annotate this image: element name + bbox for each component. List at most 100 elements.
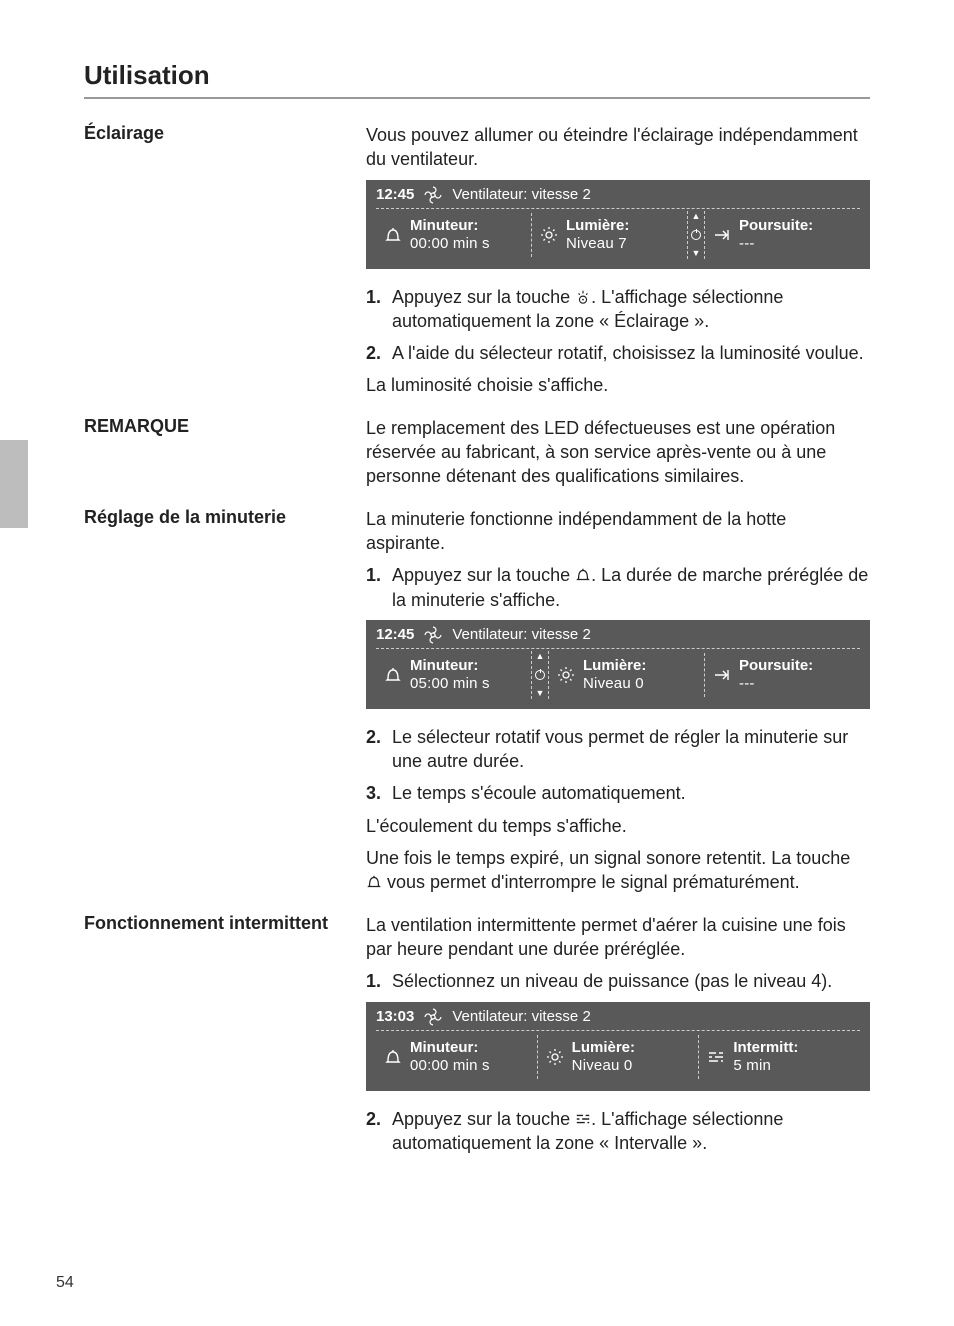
section-intermittent: Fonctionnement intermittent La ventilati… xyxy=(84,913,870,1163)
panel-cell-follow: Poursuite: --- xyxy=(705,651,860,699)
fan-icon xyxy=(424,1008,442,1026)
cell-title: Lumière: xyxy=(583,657,646,675)
step-text-a: Appuyez sur la touche xyxy=(392,565,575,585)
panel-row: Minuteur: 05:00 min s ▲▼ Lumière: Niveau… xyxy=(376,651,860,699)
after-text: Une fois le temps expiré, un signal sono… xyxy=(366,846,870,895)
page-number: 54 xyxy=(56,1274,74,1292)
cell-title: Minuteur: xyxy=(410,1039,490,1057)
title-rule xyxy=(84,97,870,99)
section-label: REMARQUE xyxy=(84,416,366,437)
panel-header: 12:45 Ventilateur: vitesse 2 xyxy=(376,186,860,209)
arrow-icon xyxy=(713,666,731,684)
section-content: La ventilation intermittente permet d'aé… xyxy=(366,913,870,1163)
step-item: 1. Appuyez sur la touche . La durée de m… xyxy=(366,563,870,612)
panel-time: 13:03 xyxy=(376,1008,414,1025)
steps-list: 2. Appuyez sur la touche . L'affichage s… xyxy=(366,1107,870,1156)
panel-cell-timer: Minuteur: 00:00 min s xyxy=(376,1033,537,1081)
steps-list: 2. Le sélecteur rotatif vous permet de r… xyxy=(366,725,870,806)
remarque-text: Le remplacement des LED défectueuses est… xyxy=(366,416,870,489)
cell-value: --- xyxy=(739,235,813,253)
cell-title: Poursuite: xyxy=(739,657,813,675)
panel-cell-follow: Poursuite: --- xyxy=(705,211,860,259)
light-icon xyxy=(557,666,575,684)
panel-header: 13:03 Ventilateur: vitesse 2 xyxy=(376,1008,860,1031)
display-panel-eclairage: 12:45 Ventilateur: vitesse 2 Minuteur: 0… xyxy=(366,180,870,269)
step-item: 2. A l'aide du sélecteur rotatif, choisi… xyxy=(366,341,870,365)
panel-cell-intermitt: Intermitt: 5 min xyxy=(699,1033,860,1081)
step-item: 1. Sélectionnez un niveau de puissance (… xyxy=(366,969,870,993)
step-item: 3. Le temps s'écoule automatiquement. xyxy=(366,781,870,805)
cell-value: 00:00 min s xyxy=(410,1057,490,1075)
cell-value: --- xyxy=(739,675,813,693)
step-item: 2. Le sélecteur rotatif vous permet de r… xyxy=(366,725,870,774)
section-content: Vous pouvez allumer ou éteindre l'éclair… xyxy=(366,123,870,406)
arrow-icon xyxy=(713,226,731,244)
bell-icon xyxy=(384,666,402,684)
section-remarque: REMARQUE Le remplacement des LED défectu… xyxy=(84,416,870,497)
after-text-b: vous permet d'interrompre le signal prém… xyxy=(382,872,800,892)
panel-cell-timer: Minuteur: 00:00 min s xyxy=(376,211,531,259)
panel-cell-light: Lumière: Niveau 0 xyxy=(538,1033,699,1081)
step-text: Le temps s'écoule automatiquement. xyxy=(392,783,686,803)
light-icon xyxy=(546,1048,564,1066)
rotary-selector-icon: ▲▼ xyxy=(531,651,549,699)
section-content: Le remplacement des LED défectueuses est… xyxy=(366,416,870,497)
panel-time: 12:45 xyxy=(376,626,414,643)
intro-text: La ventilation intermittente permet d'aé… xyxy=(366,913,870,962)
bell-icon xyxy=(575,567,591,583)
step-item: 2. Appuyez sur la touche . L'affichage s… xyxy=(366,1107,870,1156)
panel-time: 12:45 xyxy=(376,186,414,203)
cell-title: Poursuite: xyxy=(739,217,813,235)
display-panel-minuterie: 12:45 Ventilateur: vitesse 2 Minuteur: 0… xyxy=(366,620,870,709)
panel-fan-label: Ventilateur: vitesse 2 xyxy=(452,1008,590,1025)
cell-title: Lumière: xyxy=(572,1039,635,1057)
bell-icon xyxy=(366,874,382,890)
intro-text: La minuterie fonctionne indépendamment d… xyxy=(366,507,870,556)
cell-value: Niveau 7 xyxy=(566,235,629,253)
light-icon xyxy=(540,226,558,244)
panel-cell-timer: Minuteur: 05:00 min s xyxy=(376,651,531,699)
intermittent-icon xyxy=(575,1111,591,1127)
cell-value: Niveau 0 xyxy=(583,675,646,693)
cell-title: Minuteur: xyxy=(410,657,490,675)
cell-title: Intermitt: xyxy=(733,1039,798,1057)
steps-list: 1. Sélectionnez un niveau de puissance (… xyxy=(366,969,870,993)
intro-text: Vous pouvez allumer ou éteindre l'éclair… xyxy=(366,123,870,172)
fan-icon xyxy=(424,186,442,204)
fan-icon xyxy=(424,626,442,644)
cell-value: 5 min xyxy=(733,1057,798,1075)
section-label: Éclairage xyxy=(84,123,366,144)
steps-list: 1. Appuyez sur la touche . L'affichage s… xyxy=(366,285,870,366)
bell-icon xyxy=(384,1048,402,1066)
cell-value: Niveau 0 xyxy=(572,1057,635,1075)
cell-title: Lumière: xyxy=(566,217,629,235)
section-label: Fonctionnement intermittent xyxy=(84,913,366,934)
page-title: Utilisation xyxy=(84,60,870,91)
cell-value: 05:00 min s xyxy=(410,675,490,693)
step-text: Le sélecteur rotatif vous permet de régl… xyxy=(392,727,848,771)
panel-row: Minuteur: 00:00 min s Lumière: Niveau 7 … xyxy=(376,211,860,259)
after-text-a: Une fois le temps expiré, un signal sono… xyxy=(366,848,850,868)
after-text: La luminosité choisie s'affiche. xyxy=(366,373,870,397)
display-panel-intermittent: 13:03 Ventilateur: vitesse 2 Minuteur: 0… xyxy=(366,1002,870,1091)
light-knob-icon xyxy=(575,289,591,305)
page-edge-tab xyxy=(0,440,28,528)
section-label: Réglage de la minuterie xyxy=(84,507,366,528)
step-text-a: Appuyez sur la touche xyxy=(392,1109,575,1129)
panel-cell-light: Lumière: Niveau 0 xyxy=(549,651,704,699)
cell-value: 00:00 min s xyxy=(410,235,490,253)
step-text: Sélectionnez un niveau de puissance (pas… xyxy=(392,971,832,991)
bell-icon xyxy=(384,226,402,244)
intermittent-icon xyxy=(707,1048,725,1066)
panel-cell-light: Lumière: Niveau 7 xyxy=(532,211,687,259)
after-text: L'écoulement du temps s'affiche. xyxy=(366,814,870,838)
panel-fan-label: Ventilateur: vitesse 2 xyxy=(452,626,590,643)
steps-list: 1. Appuyez sur la touche . La durée de m… xyxy=(366,563,870,612)
section-eclairage: Éclairage Vous pouvez allumer ou éteindr… xyxy=(84,123,870,406)
section-content: La minuterie fonctionne indépendamment d… xyxy=(366,507,870,903)
rotary-selector-icon: ▲▼ xyxy=(687,211,705,259)
step-text-a: Appuyez sur la touche xyxy=(392,287,575,307)
panel-fan-label: Ventilateur: vitesse 2 xyxy=(452,186,590,203)
section-minuterie: Réglage de la minuterie La minuterie fon… xyxy=(84,507,870,903)
panel-row: Minuteur: 00:00 min s Lumière: Niveau 0 xyxy=(376,1033,860,1081)
